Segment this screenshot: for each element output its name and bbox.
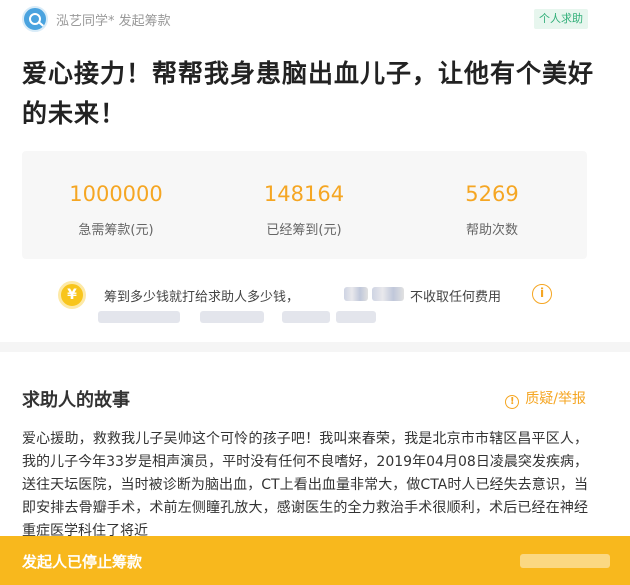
fundraising-stopped-label: 发起人已停止筹款 bbox=[22, 553, 143, 571]
campaign-title: 爱心接力！帮帮我身患脑出血儿子，让他有个美好的未来！ bbox=[22, 59, 595, 128]
blurred-text bbox=[282, 311, 330, 323]
fee-notice-text: 筹到多少钱就打给求助人多少钱， bbox=[104, 290, 300, 305]
section-divider bbox=[0, 342, 630, 352]
stat-raised-label: 已经筹到(元) bbox=[266, 223, 342, 238]
avatar-icon[interactable] bbox=[22, 6, 48, 32]
report-button[interactable]: ! 质疑/举报 bbox=[505, 388, 586, 409]
stat-goal-value: 1000000 bbox=[69, 182, 163, 206]
stat-helps-value: 5269 bbox=[465, 182, 519, 206]
status-bar: 发起人已停止筹款 bbox=[0, 536, 630, 585]
yen-coin-icon: ¥ bbox=[58, 281, 86, 309]
info-icon[interactable]: i bbox=[532, 284, 552, 304]
story-body: 爱心援助，救救我儿子吴帅这个可怜的孩子吧！我叫来春荣，我是北京市市辖区昌平区人，… bbox=[22, 431, 588, 538]
top-bar: 泓艺同学* 发起筹款 个人求助 bbox=[0, 0, 630, 38]
fee-notice-text-2: 不收取任何费用 bbox=[410, 290, 502, 305]
category-badge: 个人求助 bbox=[534, 9, 588, 29]
stat-helps: 5269 帮助次数 bbox=[398, 151, 586, 259]
stat-raised-value: 148164 bbox=[263, 182, 345, 206]
stat-raised: 148164 已经筹到(元) bbox=[210, 151, 398, 259]
fee-notice: ¥ 筹到多少钱就打给求助人多少钱， 不收取任何费用 i bbox=[58, 278, 578, 312]
warning-icon: ! bbox=[505, 395, 520, 409]
blurred-logo bbox=[372, 287, 404, 301]
blurred-text bbox=[336, 311, 376, 323]
report-label: 质疑/举报 bbox=[525, 391, 586, 407]
stat-goal: 1000000 急需筹款(元) bbox=[22, 151, 210, 259]
blurred-text bbox=[98, 311, 180, 323]
stat-helps-label: 帮助次数 bbox=[465, 223, 518, 238]
publisher-label[interactable]: 泓艺同学* 发起筹款 bbox=[56, 10, 171, 29]
blurred-text bbox=[200, 311, 264, 323]
story-heading: 求助人的故事 bbox=[22, 390, 130, 411]
watermark bbox=[520, 554, 610, 568]
stat-goal-label: 急需筹款(元) bbox=[78, 223, 154, 238]
stats-panel: 1000000 急需筹款(元) 148164 已经筹到(元) 5269 帮助次数 bbox=[22, 151, 587, 259]
blurred-logo bbox=[344, 287, 368, 301]
